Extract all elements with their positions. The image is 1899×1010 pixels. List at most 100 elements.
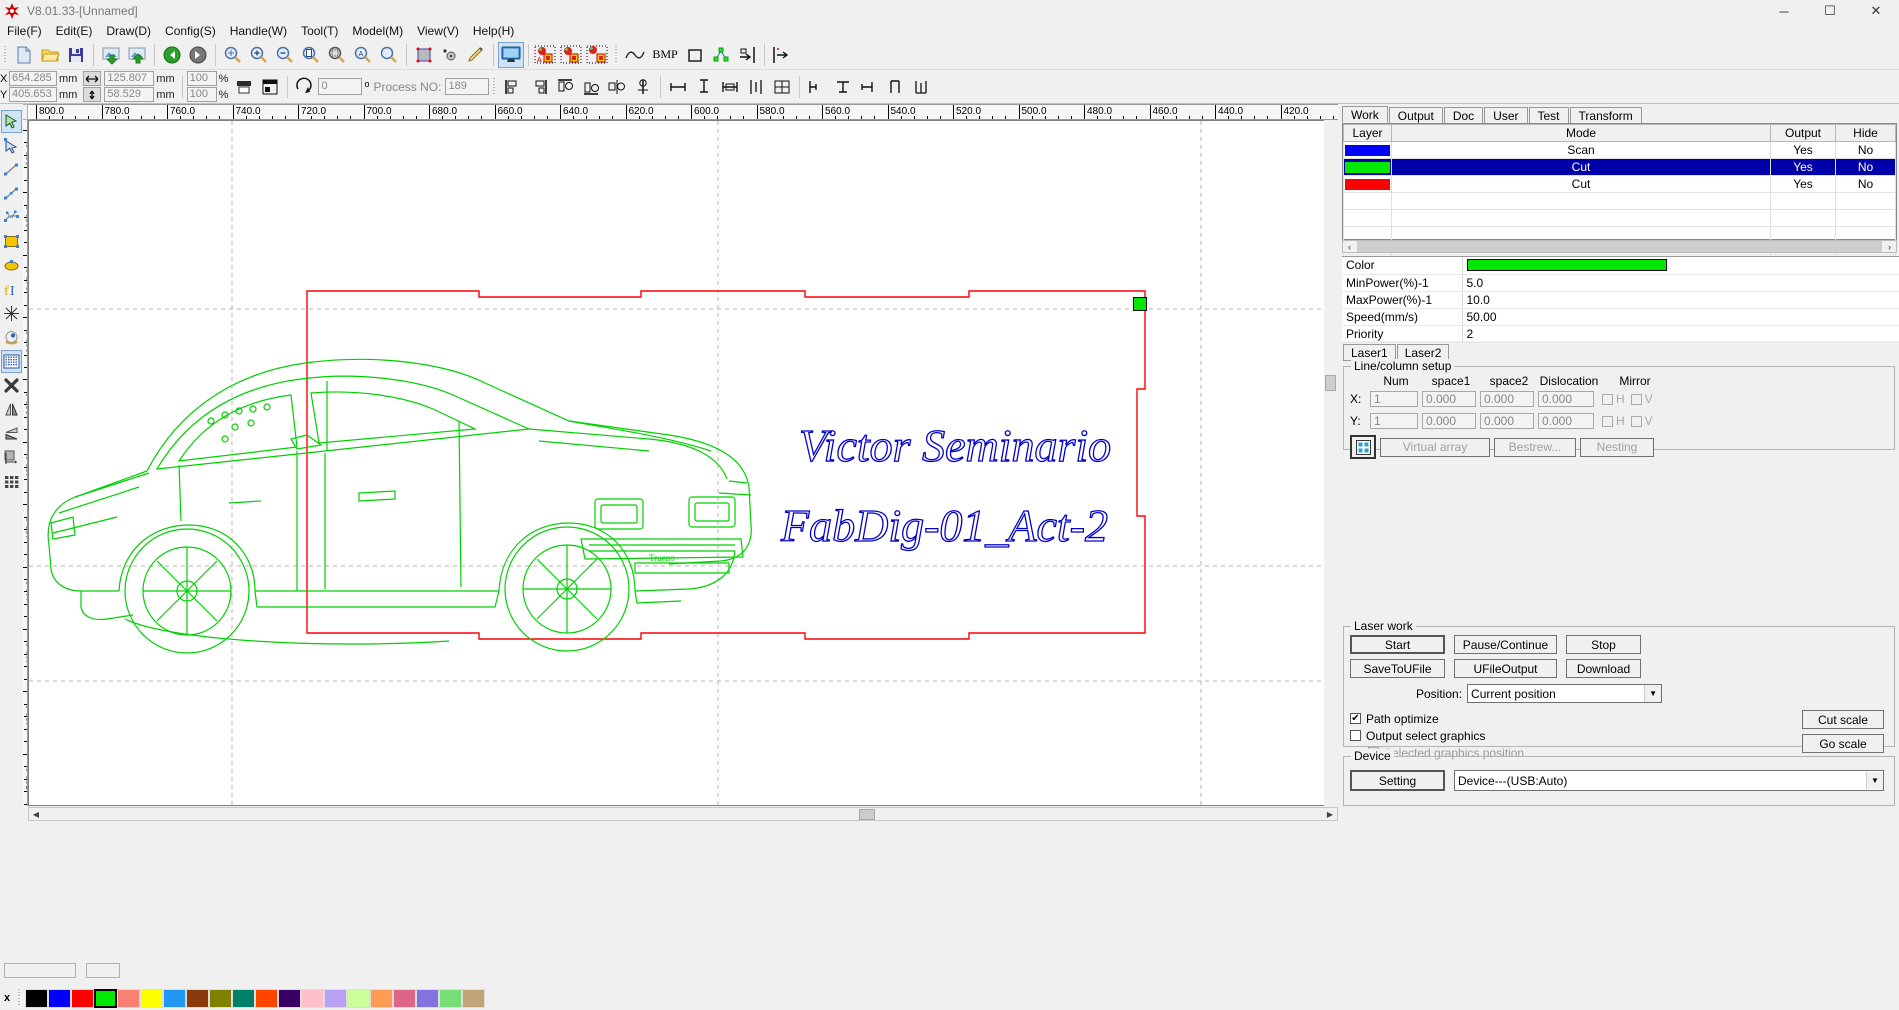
lc-x-dislocation[interactable]: 0.000 — [1538, 391, 1594, 407]
lc-y-space1[interactable]: 0.000 — [1422, 413, 1476, 429]
layer-hide[interactable]: No — [1836, 159, 1896, 176]
param-value-maxpower[interactable]: 10.0 — [1462, 291, 1899, 308]
palette-swatch-orange[interactable] — [370, 989, 393, 1008]
layer-mode[interactable]: Scan — [1392, 142, 1771, 159]
table-row[interactable] — [1344, 210, 1896, 227]
align-to-edge-icon[interactable] — [769, 42, 795, 68]
same-size-icon[interactable] — [717, 74, 743, 100]
save-to-ufile-button[interactable]: SaveToUFile — [1350, 659, 1445, 678]
distribute-grid-icon[interactable] — [769, 74, 795, 100]
param-row-minpower[interactable]: MinPower(%)-1 5.0 — [1342, 274, 1899, 291]
align-top-icon[interactable] — [552, 74, 578, 100]
cut-scale-button[interactable]: Cut scale — [1802, 710, 1884, 729]
undo-icon[interactable] — [159, 42, 185, 68]
export-icon[interactable] — [124, 42, 150, 68]
ufile-output-button[interactable]: UFileOutput — [1454, 659, 1557, 678]
menu-edit[interactable]: Edit(E) — [49, 23, 100, 39]
car-artwork[interactable]: Trueno — [48, 359, 751, 653]
palette-swatch-skyblue[interactable] — [163, 989, 186, 1008]
redo-icon[interactable] — [185, 42, 211, 68]
layer-parameters-list[interactable]: Color MinPower(%)-1 5.0 MaxPower(%)-1 10… — [1342, 256, 1899, 341]
layer-table-scrollbar[interactable]: ‹ › — [1342, 240, 1897, 253]
stop-button[interactable]: Stop — [1566, 635, 1641, 654]
palette-swatch-mint[interactable] — [439, 989, 462, 1008]
palette-swatch-blue[interactable] — [48, 989, 71, 1008]
palette-swatch-black[interactable] — [25, 989, 48, 1008]
menu-handle[interactable]: Handle(W) — [223, 23, 294, 39]
select-tool[interactable] — [1, 110, 22, 133]
layer-mode[interactable]: Cut — [1392, 176, 1771, 193]
lc-y-mirror-v-checkbox[interactable] — [1631, 416, 1642, 427]
tab-doc[interactable]: Doc — [1444, 107, 1483, 123]
artwork-subtitle[interactable]: FabDig-01_Act-2 — [780, 500, 1108, 551]
lc-x-mirror-h-checkbox[interactable] — [1602, 394, 1613, 405]
lc-x-mirror-v-checkbox[interactable] — [1631, 394, 1642, 405]
go-scale-button[interactable]: Go scale — [1802, 734, 1884, 753]
array-preview-icon[interactable] — [1350, 435, 1376, 459]
vertical-scroll-thumb[interactable] — [1325, 375, 1336, 391]
tab-work[interactable]: Work — [1342, 106, 1388, 123]
pen-path-icon[interactable] — [463, 42, 489, 68]
palette-swatch-olive[interactable] — [209, 989, 232, 1008]
distribute-top-icon[interactable] — [882, 74, 908, 100]
align-bottom-icon[interactable] — [578, 74, 604, 100]
width-input[interactable]: 125.807 — [104, 71, 154, 86]
distribute-horizontal-icon[interactable] — [743, 74, 769, 100]
curve-smooth-icon[interactable] — [622, 42, 648, 68]
close-button[interactable]: ✕ — [1853, 0, 1899, 22]
palette-swatch-lavender[interactable] — [324, 989, 347, 1008]
tab-user[interactable]: User — [1484, 107, 1527, 123]
menu-draw[interactable]: Draw(D) — [99, 23, 158, 39]
same-width-icon[interactable] — [665, 74, 691, 100]
offset-corner-icon[interactable] — [1, 446, 22, 469]
setting-button[interactable]: Setting — [1350, 770, 1445, 791]
menu-tool[interactable]: Tool(T) — [294, 23, 345, 39]
layer-color-swatch[interactable] — [1344, 142, 1392, 159]
table-row[interactable]: Scan Yes No — [1344, 142, 1896, 159]
mirror-vertical-button[interactable] — [257, 74, 283, 100]
path-optimize-checkbox[interactable]: ✔ — [1350, 713, 1361, 724]
col-mode[interactable]: Mode — [1392, 125, 1771, 142]
lock-ratio-icon-2[interactable] — [83, 87, 101, 102]
canvas-svg[interactable]: Trueno — [29, 121, 1337, 805]
param-row-color[interactable]: Color — [1342, 257, 1899, 274]
array-grid-icon[interactable] — [1, 470, 22, 493]
zoom-page-icon[interactable] — [298, 42, 324, 68]
palette-swatch-tan[interactable] — [462, 989, 485, 1008]
green-selection-handle[interactable] — [1133, 297, 1147, 311]
palette-swatch-rose[interactable] — [393, 989, 416, 1008]
align-right-icon[interactable] — [734, 42, 760, 68]
set-origin-icon[interactable]: A — [533, 42, 559, 68]
distribute-left-icon[interactable] — [804, 74, 830, 100]
param-row-speed[interactable]: Speed(mm/s) 50.00 — [1342, 308, 1899, 325]
scroll-left-arrow[interactable]: ◀ — [29, 808, 43, 820]
camera-icon[interactable] — [1, 326, 22, 349]
ellipse-tool[interactable] — [1, 254, 22, 277]
layer-color-swatch[interactable] — [1344, 176, 1392, 193]
layer-output[interactable]: Yes — [1771, 142, 1836, 159]
node-edit-icon[interactable] — [437, 42, 463, 68]
x-input[interactable]: 654.285 — [9, 71, 57, 86]
palette-swatch-pink[interactable] — [301, 989, 324, 1008]
bitmap-grid-icon[interactable] — [1, 350, 22, 373]
line-tool[interactable] — [1, 158, 22, 181]
palette-swatch-salmon[interactable] — [117, 989, 140, 1008]
horizontal-ruler[interactable]: 800.0780.0760.0740.0720.0700.0680.0660.0… — [28, 104, 1338, 120]
param-value-priority[interactable]: 2 — [1462, 325, 1899, 342]
color-swatch[interactable] — [1467, 259, 1667, 271]
palette-grip[interactable] — [16, 987, 23, 1009]
lc-x-space1[interactable]: 0.000 — [1422, 391, 1476, 407]
signature-text-artwork[interactable]: Victor Seminario FabDig-01_Act-2 — [780, 420, 1111, 551]
array-copy-icon[interactable] — [559, 42, 585, 68]
lc-y-dislocation[interactable]: 0.000 — [1538, 413, 1594, 429]
design-canvas[interactable]: Trueno — [28, 120, 1338, 806]
lc-x-num[interactable]: 1 — [1370, 391, 1418, 407]
zoom-in-icon[interactable] — [246, 42, 272, 68]
bestrew-button[interactable]: Bestrew... — [1494, 438, 1576, 457]
scale-y-input[interactable]: 100 — [187, 87, 217, 102]
open-folder-icon[interactable] — [37, 42, 63, 68]
param-value-minpower[interactable]: 5.0 — [1462, 274, 1899, 291]
distribute-center-h-icon[interactable] — [830, 74, 856, 100]
align-center-h-icon[interactable] — [604, 74, 630, 100]
menu-model[interactable]: Model(M) — [345, 23, 410, 39]
